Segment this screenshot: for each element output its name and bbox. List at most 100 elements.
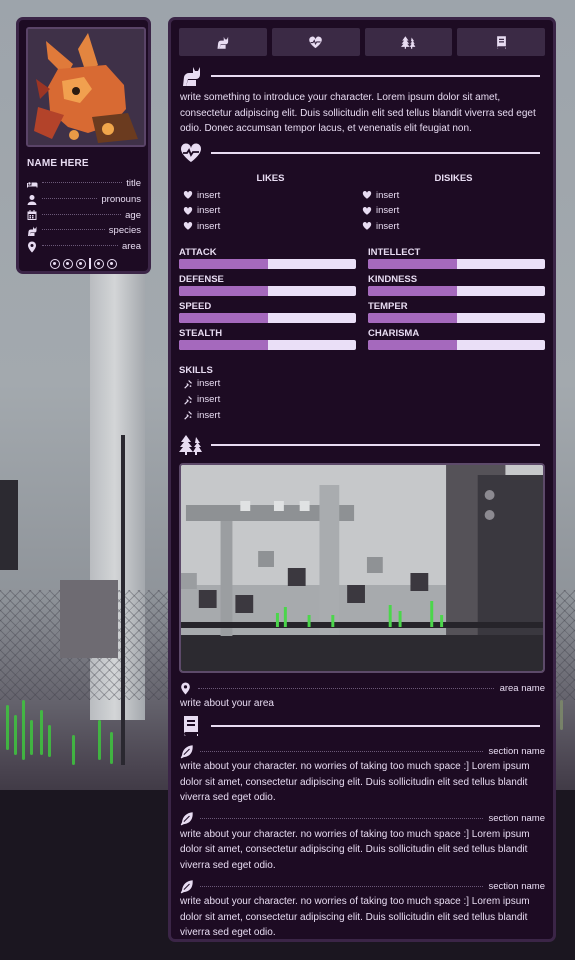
likes-heading: LIKES: [256, 172, 285, 184]
social-link-2-icon[interactable]: [63, 258, 74, 269]
tab-area[interactable]: [364, 28, 453, 56]
profile-field-species: species: [26, 223, 141, 239]
heart-icon: [183, 206, 193, 215]
area-description: write about your area: [180, 698, 274, 710]
skills-heading: SKILLS: [179, 365, 213, 376]
heart-icon: [362, 222, 372, 230]
dislikes-list: DISIKES insert insert insert: [362, 173, 545, 235]
profile-age-value: age: [125, 209, 141, 221]
heart-icon: [362, 191, 372, 199]
paw-slash-icon: [184, 395, 193, 405]
stat-bar: [368, 313, 545, 323]
stat-stealth: STEALTH: [179, 328, 356, 355]
stat-bar: [179, 340, 356, 350]
main-card: write something to introduce your charac…: [168, 17, 556, 942]
profile-card: NAME HERE title pronouns age species are…: [16, 17, 151, 274]
tab-bar: [179, 28, 545, 56]
cat-icon: [217, 36, 229, 49]
list-item: insert: [183, 408, 545, 424]
list-item: insert: [362, 203, 545, 219]
profile-area-value: area: [121, 241, 141, 253]
area-name: area name: [499, 682, 545, 694]
lore-section: section name write about your character.…: [179, 811, 545, 874]
character-avatar: [26, 27, 146, 147]
area-section-header: [179, 433, 545, 457]
social-link-5-icon[interactable]: [106, 258, 117, 269]
area-image: [179, 463, 545, 674]
stat-bar: [179, 286, 356, 296]
stat-speed: SPEED: [179, 301, 356, 328]
heart-pulse-icon: [180, 142, 202, 162]
profile-pronouns-value: pronouns: [101, 194, 141, 206]
lore-section-text: write about your character. no worries o…: [180, 761, 530, 804]
stats-grid: ATTACK INTELLECT DEFENSE KINDNESS SPEED …: [179, 247, 545, 355]
paw-slash-icon: [184, 411, 193, 421]
bed-icon: [27, 182, 38, 188]
lore-section-text: write about your character. no worries o…: [180, 828, 530, 871]
social-link-3-icon[interactable]: [76, 258, 87, 269]
intro-text: write something to introduce your charac…: [180, 92, 536, 134]
profile-field-age: age: [26, 207, 141, 223]
list-item: insert: [183, 188, 362, 204]
map-pin-icon: [181, 682, 190, 695]
stat-bar: [179, 259, 356, 269]
tab-character[interactable]: [179, 28, 267, 56]
lore-section: section name write about your character.…: [179, 878, 545, 941]
feather-icon: [180, 880, 193, 894]
feather-icon: [180, 812, 193, 826]
stat-bar: [368, 286, 545, 296]
heart-icon: [362, 206, 372, 215]
calendar-icon: [27, 210, 37, 221]
heart-icon: [183, 222, 193, 230]
lore-section-name: section name: [488, 880, 545, 892]
stats-section-header: [179, 141, 545, 165]
stat-bar: [179, 313, 356, 323]
cat-icon: [183, 67, 200, 86]
likes-list: LIKES insert insert insert: [179, 173, 362, 235]
social-links: [26, 258, 141, 270]
dislikes-heading: DISIKES: [434, 172, 473, 184]
feather-icon: [180, 745, 193, 759]
person-icon: [27, 194, 37, 205]
profile-field-area: area: [26, 239, 141, 255]
divider: [89, 258, 91, 270]
trees-icon: [400, 35, 416, 49]
heart-icon: [183, 191, 193, 199]
lore-section-name: section name: [488, 813, 545, 825]
lore-section: section name write about your character.…: [179, 743, 545, 806]
heart-pulse-icon: [309, 36, 322, 48]
character-name: NAME HERE: [27, 158, 89, 169]
tab-lore[interactable]: [457, 28, 545, 56]
list-item: insert: [362, 188, 545, 204]
stat-temper: TEMPER: [368, 301, 545, 328]
profile-field-pronouns: pronouns: [26, 192, 141, 208]
profile-species-value: species: [108, 225, 141, 237]
lore-section-name: section name: [488, 745, 545, 757]
stat-bar: [368, 340, 545, 350]
intro-section-header: [179, 64, 545, 88]
lore-section-header: [179, 714, 545, 738]
list-item: insert: [183, 219, 362, 235]
profile-title-value: title: [126, 178, 141, 190]
area-name-row: area name: [179, 679, 545, 697]
list-item: insert: [183, 203, 362, 219]
paw-slash-icon: [184, 379, 193, 389]
book-icon: [496, 35, 506, 49]
social-link-4-icon[interactable]: [93, 258, 104, 269]
stat-intellect: INTELLECT: [368, 247, 545, 274]
tab-stats[interactable]: [271, 28, 360, 56]
book-icon: [183, 716, 198, 737]
stat-attack: ATTACK: [179, 247, 356, 274]
map-pin-icon: [28, 241, 36, 253]
list-item: insert: [183, 392, 545, 408]
stat-bar: [368, 259, 545, 269]
social-link-1-icon[interactable]: [50, 258, 61, 269]
profile-field-title: title: [26, 176, 141, 192]
list-item: insert: [362, 219, 545, 235]
stat-defense: DEFENSE: [179, 274, 356, 301]
stat-charisma: CHARISMA: [368, 328, 545, 355]
likes-dislikes: LIKES insert insert insert DISIKES inser…: [179, 173, 545, 235]
stat-kindness: KINDNESS: [368, 274, 545, 301]
list-item: insert: [183, 376, 545, 392]
trees-icon: [179, 435, 202, 456]
